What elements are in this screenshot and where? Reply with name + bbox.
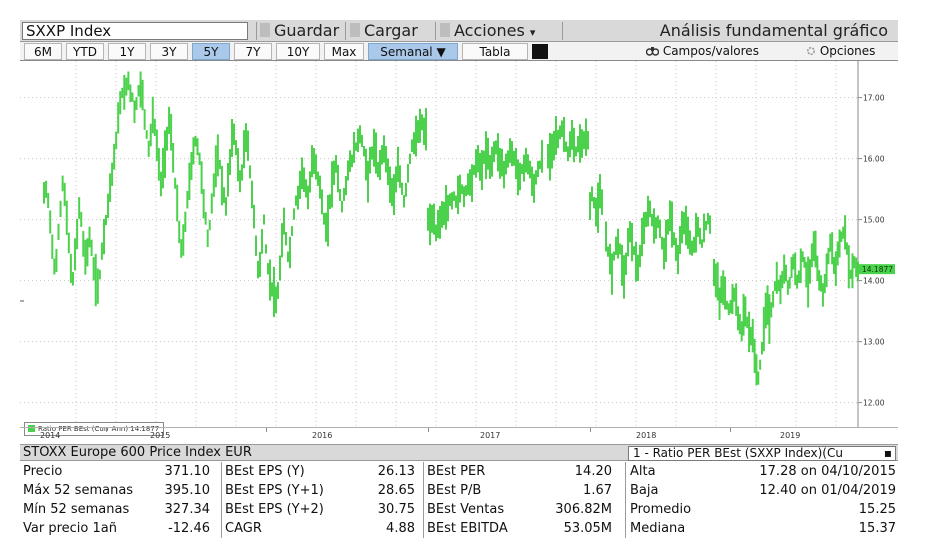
stat-label: BEst PER [427,464,486,479]
stat-value: 15.37 [858,521,896,536]
top-toolbar: SXXP Index Guardar Cargar Acciones ▾ Aná… [20,20,898,42]
stat-value: 28.65 [377,483,415,498]
stat-label: Mediana [630,521,686,536]
price-earnings-chart: 12.00 13.00 14.00 15.00 16.00 17.00 14.1877 [20,61,895,427]
y-tick-label: 17.00 [863,94,885,103]
guardar-label: Guardar [274,21,340,40]
x-tick-label: 2014 [40,431,61,440]
x-tick [266,428,267,432]
x-tick [106,428,107,432]
x-tick-label: 2019 [780,431,801,440]
x-tick-label: 2018 [636,431,657,440]
tabla-button[interactable]: Tabla [462,43,528,60]
acciones-button[interactable]: Acciones ▾ [440,21,535,41]
stat-label: Baja [630,483,659,498]
y-tick-label: 13.00 [863,338,885,347]
y-tick-label: 12.00 [863,399,885,408]
stat-label: Alta [630,464,656,479]
chevron-down-icon: ▪ [883,446,892,460]
stat-value: 306.82M [555,502,612,517]
stats-row: Máx 52 semanas 395.10 BEst EPS (Y+1) 28.65 B… [20,481,898,500]
stat-value: 17.28 on 04/10/2015 [759,464,896,479]
binoculars-icon [645,47,660,56]
stat-value: 15.25 [858,502,896,517]
stat-value: 30.75 [377,502,415,517]
range-10y[interactable]: 10Y [276,43,320,60]
x-axis: 2014 2015 2016 2017 2018 2019 [20,427,898,443]
stat-label: BEst EBITDA [427,521,508,536]
toolbar-separator [345,22,346,40]
x-tick [590,428,591,432]
toolbar-separator [435,22,436,40]
save-icon [260,23,270,37]
x-tick-label: 2017 [480,431,501,440]
stat-label: Var precio 1añ [23,521,117,536]
series-select-label: 1 - Ratio PER BEst (SXXP Index)(Cu [633,446,843,460]
color-swatch[interactable] [532,44,548,59]
opciones-label: Opciones [819,44,876,58]
stat-label: Mín 52 semanas [23,502,130,517]
chevron-down-icon: ▾ [529,26,536,39]
ticker-input[interactable]: SXXP Index [22,22,248,40]
stat-label: BEst EPS (Y+2) [225,502,324,517]
actions-icon [440,23,450,37]
range-bar: 6M YTD 1Y 3Y 5Y 7Y 10Y Max Semanal ▼ Tab… [20,42,898,61]
stat-label: Máx 52 semanas [23,483,134,498]
chart-window: SXXP Index Guardar Cargar Acciones ▾ Aná… [20,20,898,538]
opciones-button[interactable]: Opciones [806,43,875,60]
stat-label: Promedio [630,502,692,517]
y-tick-label: 15.00 [863,216,885,225]
acciones-label: Acciones [454,21,525,40]
campos-label: Campos/valores [662,44,759,58]
toolbar-separator [256,22,257,40]
x-tick-label: 2015 [150,431,171,440]
stats-row: Mín 52 semanas 327.34 BEst EPS (Y+2) 30.75 B… [20,500,898,519]
range-7y[interactable]: 7Y [234,43,272,60]
range-6m[interactable]: 6M [24,43,62,60]
stat-value: 1.67 [583,483,612,498]
range-max[interactable]: Max [324,43,364,60]
chart-area[interactable]: 12.00 13.00 14.00 15.00 16.00 17.00 14.1877 Ra… [20,61,898,436]
stat-value: 26.13 [377,464,415,479]
frequency-dropdown[interactable]: Semanal ▼ [368,43,458,60]
stat-value: 327.34 [164,502,211,517]
range-3y[interactable]: 3Y [150,43,188,60]
last-value-label: 14.1877 [862,265,893,274]
x-tick-label: 2016 [312,431,333,440]
stats-table: Precio 371.10 BEst EPS (Y) 26.13 BEst PER 14.… [20,462,898,538]
stat-value: -12.46 [168,521,210,536]
stat-value: 53.05M [563,521,612,536]
stat-value: 14.20 [574,464,612,479]
stat-label: BEst P/B [427,483,482,498]
stats-row: Var precio 1añ -12.46 CAGR 4.88 BEst EBITDA 5… [20,519,898,538]
security-name: STOXX Europe 600 Price Index EUR [23,445,252,460]
campos-button[interactable]: Campos/valores [645,43,759,60]
stat-value: 4.88 [386,521,415,536]
info-bar: STOXX Europe 600 Price Index EUR 1 - Rat… [20,444,898,461]
cargar-button[interactable]: Cargar [350,21,418,41]
toolbar-separator [562,22,563,40]
range-ytd[interactable]: YTD [66,43,104,60]
guardar-button[interactable]: Guardar [260,21,339,41]
range-5y[interactable]: 5Y [192,43,230,60]
stat-label: BEst Ventas [427,502,505,517]
stat-label: Precio [23,464,63,479]
view-title: Análisis fundamental gráfico [659,21,888,40]
gear-icon [806,46,816,56]
y-tick-label: 14.00 [863,277,885,286]
cargar-label: Cargar [364,21,418,40]
y-tick-label: 16.00 [863,155,885,164]
x-tick [730,428,731,432]
series-select[interactable]: 1 - Ratio PER BEst (SXXP Index)(Cu ▪ [628,446,896,461]
stat-value: 395.10 [164,483,211,498]
range-1y[interactable]: 1Y [108,43,146,60]
stat-label: BEst EPS (Y) [225,464,305,479]
stat-label: CAGR [225,521,262,536]
load-icon [350,23,360,37]
x-tick [428,428,429,432]
stats-row: Precio 371.10 BEst EPS (Y) 26.13 BEst PER 14.… [20,462,898,481]
stat-label: BEst EPS (Y+1) [225,483,324,498]
stat-value: 371.10 [164,464,211,479]
stat-value: 12.40 on 01/04/2019 [759,483,896,498]
